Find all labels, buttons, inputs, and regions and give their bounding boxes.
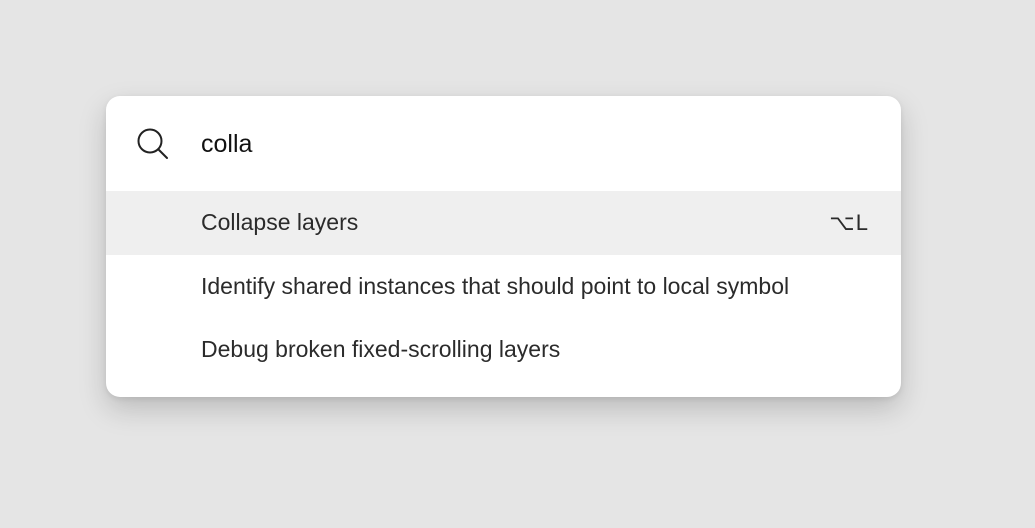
- shortcut-hint: ⌥L: [829, 209, 869, 235]
- search-row: [106, 96, 901, 191]
- result-item-collapse-layers[interactable]: Collapse layers ⌥L: [106, 191, 901, 255]
- result-label: Identify shared instances that should po…: [201, 272, 790, 299]
- result-label: Collapse layers: [201, 209, 359, 236]
- result-item-identify-shared-instances[interactable]: Identify shared instances that should po…: [106, 255, 901, 319]
- search-input[interactable]: [201, 124, 861, 164]
- search-icon: [136, 127, 170, 161]
- command-palette: Collapse layers ⌥L Identify shared insta…: [106, 96, 901, 397]
- results-list: Collapse layers ⌥L Identify shared insta…: [106, 191, 901, 382]
- result-item-debug-fixed-scrolling[interactable]: Debug broken fixed-scrolling layers: [106, 318, 901, 382]
- result-label: Debug broken fixed-scrolling layers: [201, 336, 561, 363]
